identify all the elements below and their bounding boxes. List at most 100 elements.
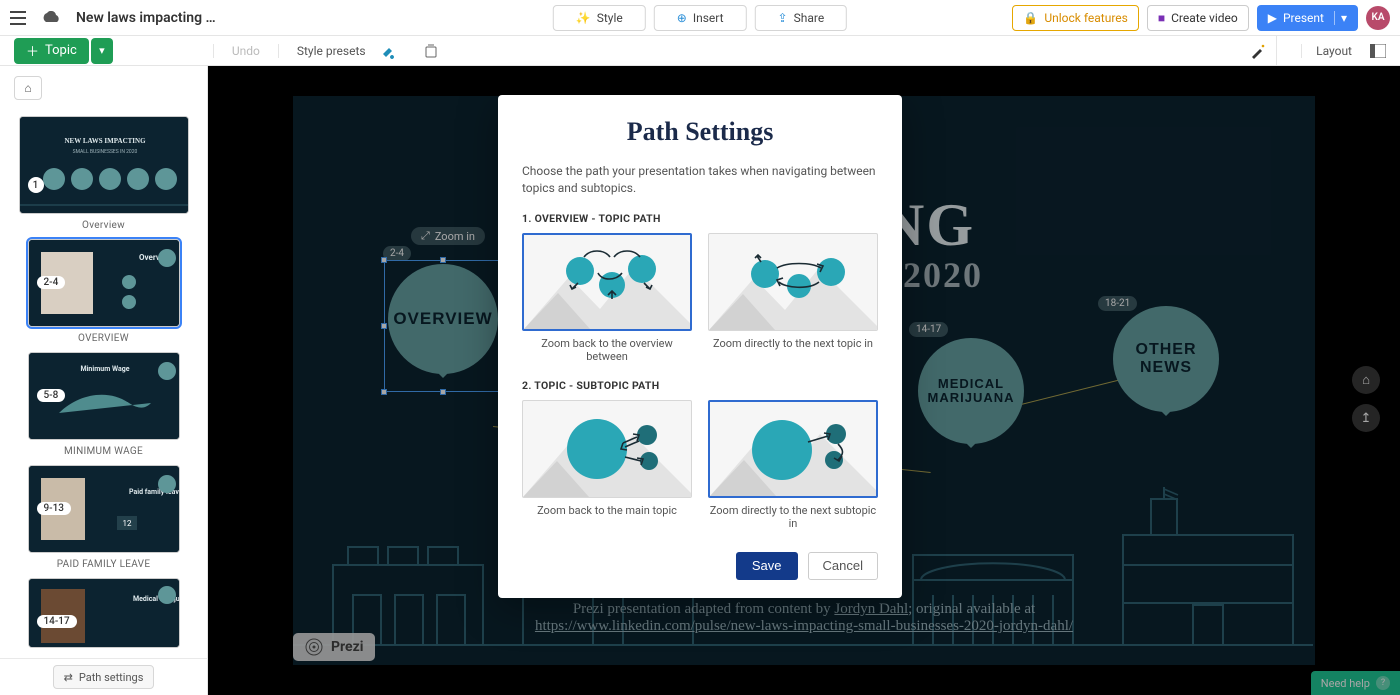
thumb-badge: 2-4 <box>37 276 66 289</box>
topic-range-badge: 18-21 <box>1098 296 1137 311</box>
plus-circle-icon: ⊕ <box>677 11 687 25</box>
create-video-label: Create video <box>1171 11 1238 25</box>
undo-button[interactable]: Undo <box>213 44 260 58</box>
thumb-label: PAID FAMILY LEAVE <box>8 559 199 570</box>
thumbnail-medical-marijuana[interactable]: 14-17 Medical Marijuana <box>8 578 199 648</box>
thumbnail-overview[interactable]: 2-4 Overview OVERVIEW <box>8 239 199 344</box>
thumbnail-list: 1 NEW LAWS IMPACTING SMALL BUSINESSES IN … <box>0 100 207 658</box>
toolbar: ＋ Topic ▾ Undo Style presets Layout <box>0 36 1400 66</box>
topic-range-badge: 14-17 <box>909 322 948 337</box>
slide-subtitle-fragment: 2020 <box>903 254 983 296</box>
thumbnail-minimum-wage[interactable]: 5-8 Minimum Wage MINIMUM WAGE <box>8 352 199 457</box>
svg-text:12: 12 <box>122 519 131 528</box>
prezi-logo-icon <box>305 638 323 656</box>
insert-label: Insert <box>693 11 724 25</box>
zoom-in-button[interactable]: ⤢ Zoom in <box>411 227 485 245</box>
prezi-label: Prezi <box>331 639 363 655</box>
need-help-label: Need help <box>1321 677 1370 690</box>
thumb-label: MINIMUM WAGE <box>8 446 199 457</box>
credit-line: Prezi presentation adapted from content … <box>293 601 1315 635</box>
color-fill-icon[interactable] <box>380 43 396 59</box>
present-caret-icon[interactable]: ▾ <box>1334 11 1347 25</box>
layout-button[interactable]: Layout <box>1316 44 1360 58</box>
path-settings-modal: Path Settings Choose the path your prese… <box>498 95 902 598</box>
slide-sidebar: ⌂ 1 NEW LAWS IMPACTING SMALL BUSINESSES I… <box>0 66 208 695</box>
credit-link[interactable]: https://www.linkedin.com/pulse/new-laws-… <box>535 618 1073 634</box>
option-caption: Zoom back to the overview between <box>522 337 692 363</box>
thumb-badge: 1 <box>28 177 44 193</box>
bubble-medical[interactable]: MEDICAL MARIJUANA <box>918 338 1024 444</box>
style-button[interactable]: ✨ Style <box>553 5 646 31</box>
option-topic-zoom-back[interactable]: Zoom back to the main topic <box>522 400 692 530</box>
back-fab[interactable]: ↥ <box>1352 404 1380 432</box>
menubar: New laws impacting … ✨ Style ⊕ Insert ⇪ Sha… <box>0 0 1400 36</box>
save-button[interactable]: Save <box>736 552 798 580</box>
play-icon: ▶ <box>1268 11 1277 25</box>
option-topic-zoom-direct[interactable]: Zoom directly to the next subtopic in <box>708 400 878 530</box>
zoom-in-label: Zoom in <box>435 230 475 243</box>
cancel-button[interactable]: Cancel <box>808 552 878 580</box>
thumb-badge: 5-8 <box>37 389 66 402</box>
section-2-label: 2. TOPIC - SUBTOPIC PATH <box>522 379 878 392</box>
modal-description: Choose the path your presentation takes … <box>522 163 878 198</box>
path-icon: ⇄ <box>64 671 73 684</box>
lock-icon: 🔒 <box>1023 11 1038 25</box>
canvas-fab-column: ⌂ ↥ <box>1352 366 1380 432</box>
menu-icon[interactable] <box>10 11 26 25</box>
add-topic-button[interactable]: ＋ Topic <box>14 38 89 64</box>
svg-text:SMALL BUSINESSES IN 2020: SMALL BUSINESSES IN 2020 <box>72 149 137 155</box>
home-fab[interactable]: ⌂ <box>1352 366 1380 394</box>
thumb-label: OVERVIEW <box>8 333 199 344</box>
plus-icon: ＋ <box>26 41 39 60</box>
thumb-label: Overview <box>8 220 199 231</box>
path-settings-button[interactable]: ⇄ Path settings <box>53 665 155 689</box>
thumbnail-overview-main[interactable]: 1 NEW LAWS IMPACTING SMALL BUSINESSES IN … <box>8 116 199 231</box>
zoom-icon: ⤢ <box>421 229 430 243</box>
credit-prefix: Prezi presentation adapted from content … <box>573 601 835 617</box>
magic-adjust-icon[interactable] <box>1250 36 1277 66</box>
style-label: Style <box>597 11 623 25</box>
cloud-sync-icon[interactable] <box>40 11 62 25</box>
share-button[interactable]: ⇪ Share <box>755 5 848 31</box>
section-1-label: 1. OVERVIEW - TOPIC PATH <box>522 212 878 225</box>
thumbnail-paid-family-leave[interactable]: 9-13 Paid family leave12 PAID FAMILY LEA… <box>8 465 199 570</box>
present-button[interactable]: ▶ Present ▾ <box>1257 5 1358 31</box>
up-arrow-icon: ↥ <box>1361 411 1372 426</box>
layout-panel-icon[interactable] <box>1370 44 1386 58</box>
video-camera-icon: ■ <box>1158 11 1165 25</box>
delete-icon[interactable] <box>424 44 438 58</box>
unlock-features-button[interactable]: 🔒 Unlock features <box>1012 5 1138 31</box>
home-icon: ⌂ <box>24 81 31 95</box>
option-overview-zoom-direct[interactable]: Zoom directly to the next topic in <box>708 233 878 363</box>
user-avatar[interactable]: KA <box>1366 6 1390 30</box>
prezi-watermark[interactable]: Prezi <box>293 633 375 661</box>
option-caption: Zoom directly to the next topic in <box>708 337 878 350</box>
option-overview-zoom-back[interactable]: Zoom back to the overview between <box>522 233 692 363</box>
selection-frame[interactable] <box>384 260 502 392</box>
path-settings-label: Path settings <box>79 671 144 684</box>
thumb-badge: 14-17 <box>37 615 77 628</box>
share-label: Share <box>794 11 825 25</box>
credit-mid: ; original available at <box>908 601 1035 617</box>
topic-label: Topic <box>45 43 77 58</box>
home-icon: ⌂ <box>1362 372 1370 388</box>
topic-caret-button[interactable]: ▾ <box>91 38 113 64</box>
svg-text:NEW LAWS IMPACTING: NEW LAWS IMPACTING <box>64 137 146 145</box>
need-help-button[interactable]: Need help? <box>1311 671 1400 695</box>
insert-button[interactable]: ⊕ Insert <box>654 5 747 31</box>
help-icon: ? <box>1376 676 1390 690</box>
topic-range-badge: 2-4 <box>383 246 411 261</box>
create-video-button[interactable]: ■ Create video <box>1147 5 1249 31</box>
option-caption: Zoom back to the main topic <box>522 504 692 517</box>
document-title[interactable]: New laws impacting … <box>76 10 216 26</box>
bubble-other[interactable]: OTHER NEWS <box>1113 306 1219 412</box>
modal-title: Path Settings <box>522 117 878 147</box>
credit-author[interactable]: Jordyn Dahl <box>834 601 908 617</box>
wand-icon: ✨ <box>576 11 591 25</box>
present-label: Present <box>1283 11 1324 25</box>
unlock-label: Unlock features <box>1044 11 1127 25</box>
home-button[interactable]: ⌂ <box>14 76 42 100</box>
style-presets-button[interactable]: Style presets <box>278 44 366 58</box>
share-icon: ⇪ <box>778 11 788 25</box>
svg-text:Minimum Wage: Minimum Wage <box>80 365 129 373</box>
